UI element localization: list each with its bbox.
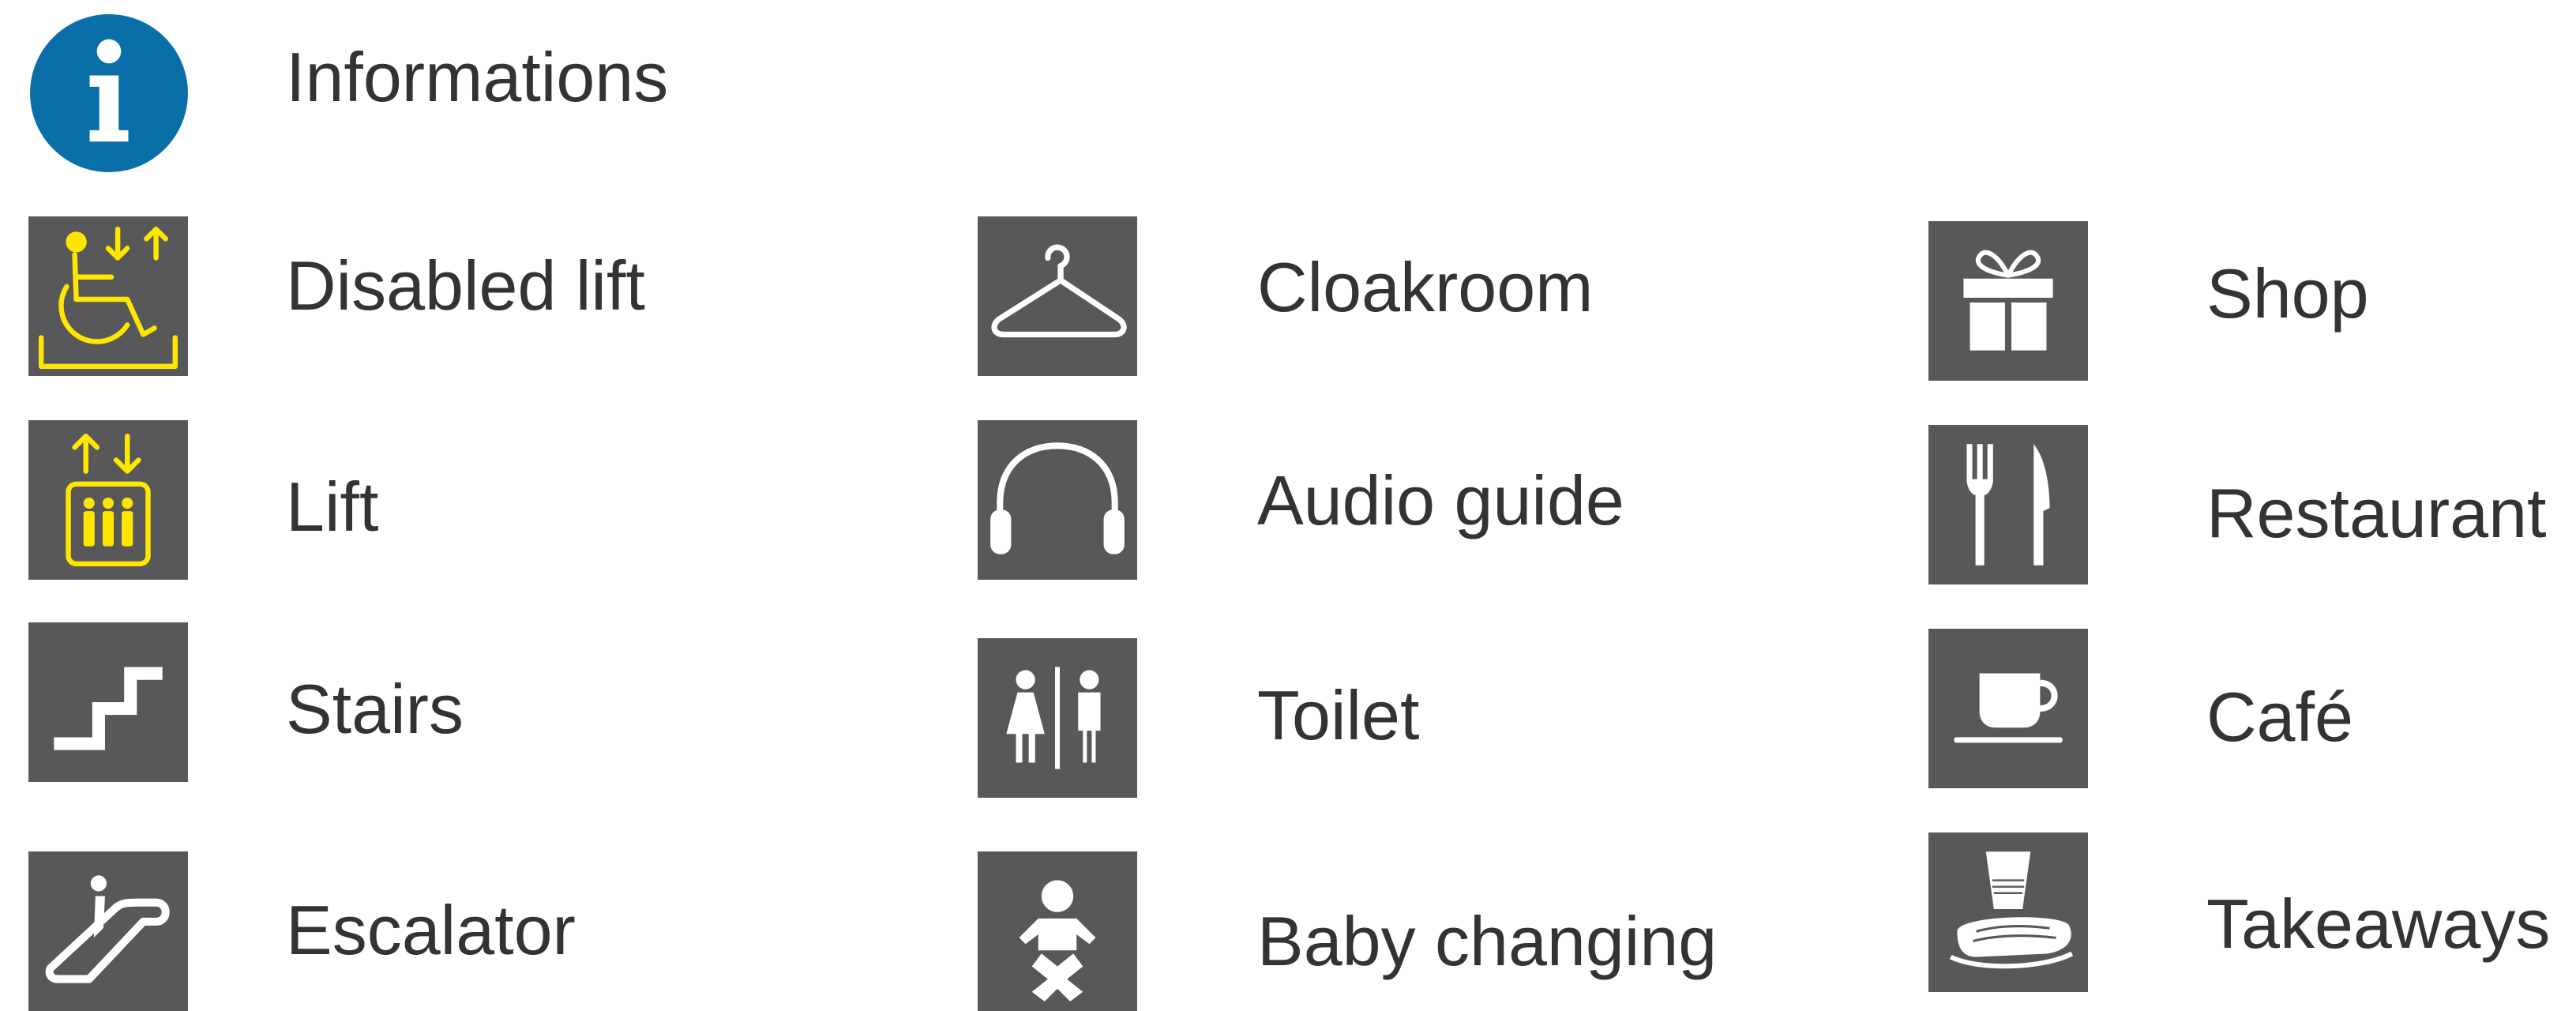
toilet-icon	[978, 638, 1137, 798]
takeaway-icon	[1928, 832, 2088, 992]
legend-label: Toilet	[1257, 676, 1420, 754]
legend-label: Baby changing	[1257, 902, 1718, 980]
legend-label: Café	[2206, 678, 2353, 756]
coffee-cup-icon	[1928, 629, 2088, 788]
legend-label: Informations	[286, 38, 669, 116]
legend-label: Restaurant	[2206, 474, 2547, 552]
cutlery-icon	[1928, 425, 2088, 584]
legend-label: Takeaways	[2206, 885, 2551, 963]
legend-label: Audio guide	[1257, 461, 1624, 539]
stairs-icon	[28, 622, 188, 782]
escalator-icon	[28, 851, 188, 1011]
legend-label: Disabled lift	[286, 246, 645, 325]
hanger-icon	[978, 216, 1137, 376]
gift-icon	[1928, 221, 2088, 381]
legend-label: Cloakroom	[1257, 248, 1594, 326]
legend-label: Shop	[2206, 254, 2369, 333]
wheelchair-lift-icon	[28, 216, 188, 376]
headphones-icon	[978, 420, 1137, 580]
legend-label: Stairs	[286, 670, 464, 748]
legend-label: Lift	[286, 468, 379, 546]
legend-label: Escalator	[286, 891, 576, 969]
baby-changing-icon	[978, 851, 1137, 1011]
info-icon	[28, 13, 190, 174]
lift-icon	[28, 420, 188, 580]
